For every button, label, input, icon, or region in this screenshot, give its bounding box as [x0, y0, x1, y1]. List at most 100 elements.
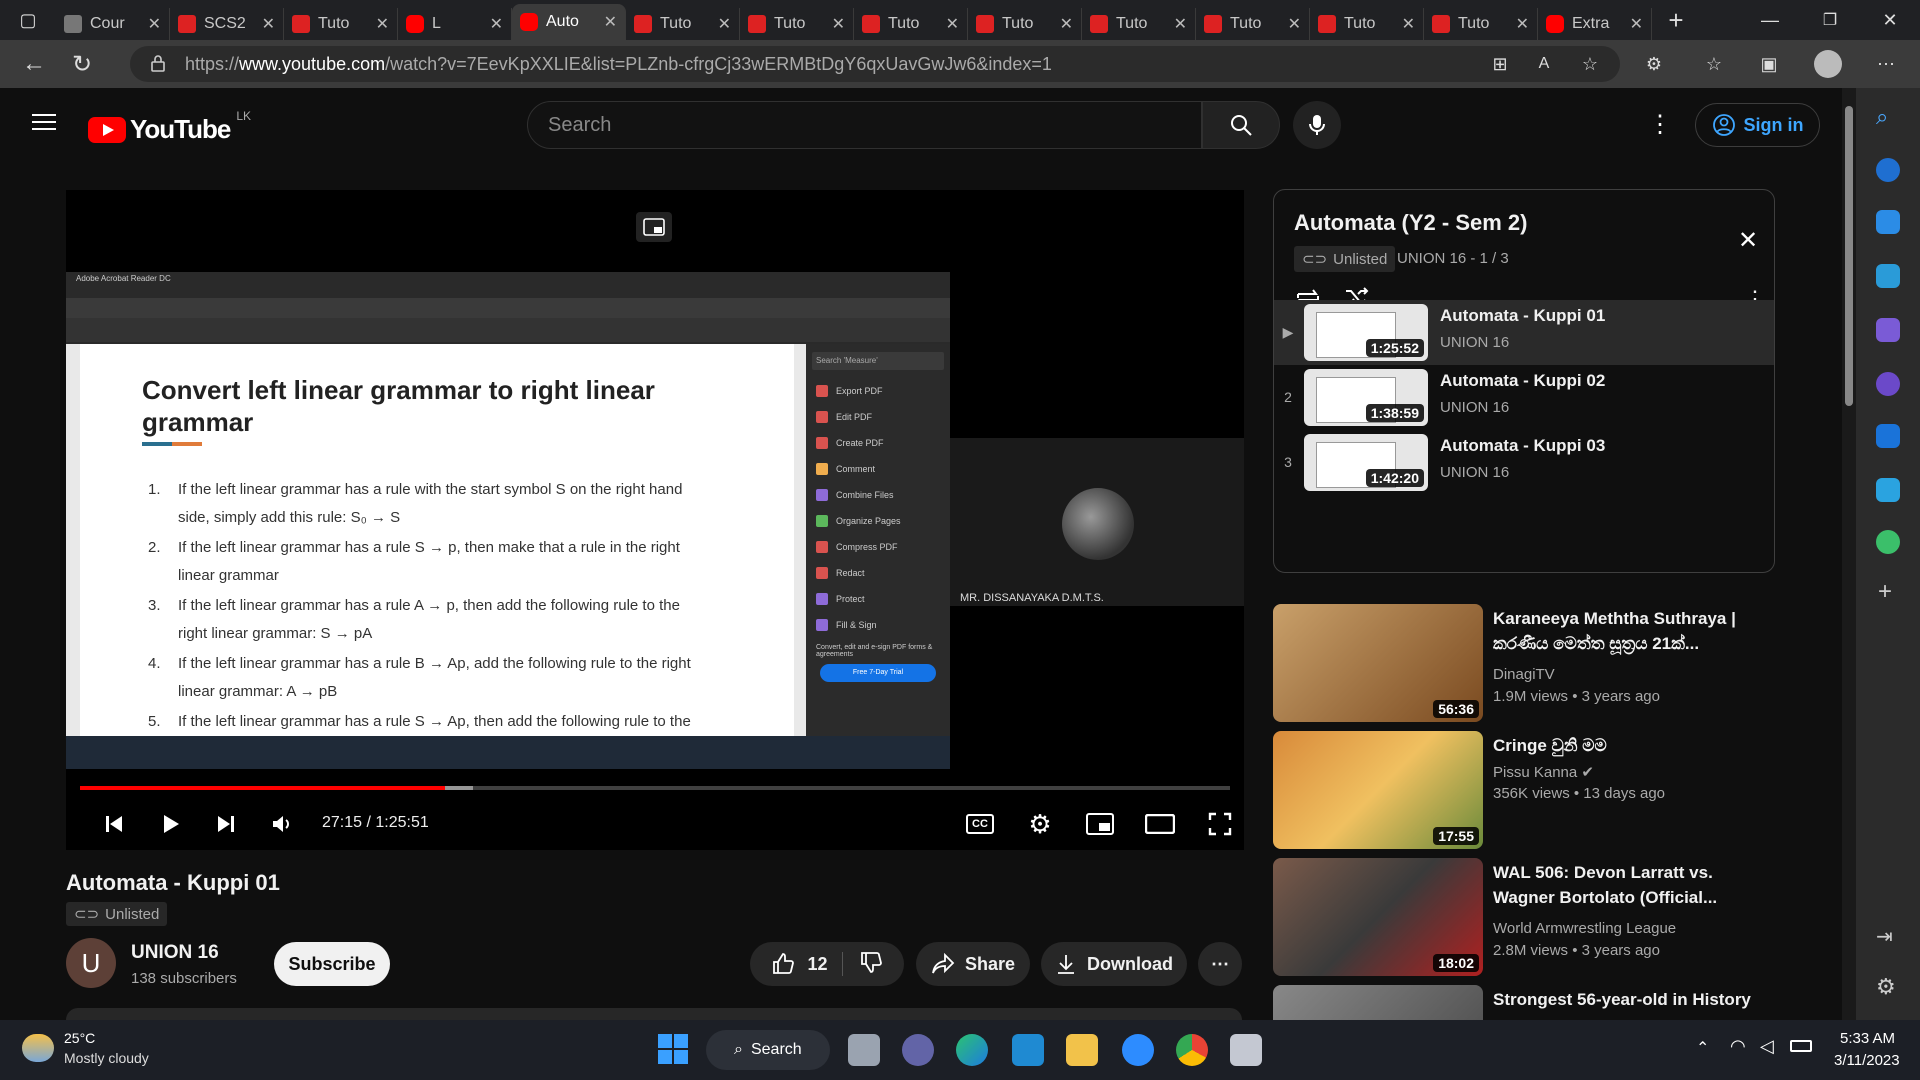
recommended-channel[interactable]: World Armwrestling League — [1493, 920, 1676, 937]
playlist-item[interactable]: ▶ 1:25:52 Automata - Kuppi 01 UNION 16 — [1274, 300, 1774, 365]
video-thumbnail[interactable]: 17:55 — [1273, 731, 1483, 849]
youtube-logo[interactable]: YouTube LK — [88, 109, 251, 145]
playlist-thumbnail[interactable]: 1:42:20 — [1304, 434, 1428, 491]
miniplayer-button[interactable] — [1076, 800, 1124, 848]
show-hidden-icons[interactable]: ⌃ — [1696, 1038, 1709, 1058]
next-button[interactable] — [202, 800, 250, 848]
settings-more-icon[interactable]: ⋮ — [1648, 110, 1672, 139]
playlist-item[interactable]: 2 1:38:59 Automata - Kuppi 02 UNION 16 — [1274, 365, 1774, 430]
recommended-video[interactable]: 18:02 WAL 506: Devon Larratt vs. Wagner B… — [1273, 858, 1775, 976]
video-thumbnail[interactable] — [1273, 985, 1483, 1020]
close-window-icon[interactable]: ✕ — [1860, 0, 1920, 40]
teams-chat-icon[interactable] — [902, 1034, 934, 1066]
restore-icon[interactable]: ❐ — [1800, 0, 1860, 40]
recommended-video-title[interactable]: WAL 506: Devon Larratt vs. Wagner Bortol… — [1493, 860, 1763, 910]
browser-menu-icon[interactable]: ⋯ — [1862, 44, 1910, 84]
video-player[interactable]: Adobe Acrobat Reader DC Convert left lin… — [66, 190, 1244, 850]
browser-tab[interactable]: L ✕ — [398, 8, 512, 40]
scrollbar-thumb[interactable] — [1845, 106, 1853, 406]
previous-button[interactable] — [90, 800, 138, 848]
close-tab-icon[interactable]: ✕ — [1516, 14, 1529, 34]
sign-in-button[interactable]: Sign in — [1695, 103, 1820, 147]
close-tab-icon[interactable]: ✕ — [1402, 14, 1415, 34]
recommended-channel[interactable]: Pissu Kanna ✔ — [1493, 763, 1594, 781]
description-box[interactable] — [66, 1008, 1242, 1020]
recommended-video-title[interactable]: Karaneeya Meththa Suthraya | කරණීය මෙත්ත… — [1493, 606, 1763, 656]
profile-avatar[interactable] — [1814, 50, 1842, 78]
snipping-tool-icon[interactable] — [1230, 1034, 1262, 1066]
download-button[interactable]: Download — [1041, 942, 1187, 986]
start-button[interactable] — [658, 1034, 688, 1064]
search-button[interactable] — [1202, 101, 1280, 149]
recommended-video-title[interactable]: Strongest 56-year-old in History — [1493, 987, 1763, 1012]
url-field[interactable]: https://www.youtube.com/watch?v=7EevKpXX… — [130, 46, 1620, 82]
share-button[interactable]: Share — [916, 942, 1030, 986]
edge-icon[interactable] — [956, 1034, 988, 1066]
file-explorer-icon[interactable] — [1066, 1034, 1098, 1066]
shopping-icon[interactable] — [1876, 210, 1900, 234]
games-icon[interactable] — [1876, 318, 1900, 342]
browser-tab[interactable]: Tuto ✕ — [968, 8, 1082, 40]
add-sidebar-icon[interactable]: + — [1878, 578, 1892, 606]
exit-miniplayer-icon[interactable] — [636, 212, 672, 242]
new-tab-button[interactable]: + — [1652, 0, 1700, 40]
recommended-video[interactable]: Strongest 56-year-old in History — [1273, 985, 1775, 1020]
refresh-icon[interactable]: ↻ — [58, 44, 106, 84]
playlist-title[interactable]: Automata (Y2 - Sem 2) — [1294, 210, 1528, 236]
playlist-thumbnail[interactable]: 1:38:59 — [1304, 369, 1428, 426]
playlist-item[interactable]: 3 1:42:20 Automata - Kuppi 03 UNION 16 — [1274, 430, 1774, 495]
close-tab-icon[interactable]: ✕ — [1060, 14, 1073, 34]
recommended-video-title[interactable]: Cringe වුනි මම — [1493, 733, 1763, 758]
video-thumbnail[interactable]: 56:36 — [1273, 604, 1483, 722]
tab-actions-icon[interactable]: ▢ — [0, 0, 56, 40]
close-tab-icon[interactable]: ✕ — [832, 14, 845, 34]
browser-tab[interactable]: Tuto ✕ — [740, 8, 854, 40]
play-button[interactable] — [146, 800, 194, 848]
browser-tab[interactable]: Tuto ✕ — [626, 8, 740, 40]
office-icon[interactable] — [1876, 372, 1900, 396]
hide-sidebar-icon[interactable]: ⇥ — [1876, 924, 1893, 949]
theater-mode-button[interactable] — [1136, 800, 1184, 848]
close-tab-icon[interactable]: ✕ — [1630, 14, 1643, 34]
page-scrollbar[interactable] — [1842, 88, 1856, 1020]
video-thumbnail[interactable]: 18:02 — [1273, 858, 1483, 976]
voice-search-button[interactable] — [1293, 101, 1341, 149]
sidebar-search-icon[interactable]: ⌕ — [1876, 104, 1888, 130]
task-view-icon[interactable] — [848, 1034, 880, 1066]
close-tab-icon[interactable]: ✕ — [1288, 14, 1301, 34]
fullscreen-button[interactable] — [1196, 800, 1244, 848]
browser-tab[interactable]: Tuto ✕ — [1196, 8, 1310, 40]
playlist-video-title[interactable]: Automata - Kuppi 03 — [1440, 436, 1605, 456]
weather-icon[interactable] — [22, 1034, 54, 1062]
bing-chat-icon[interactable] — [1876, 158, 1900, 182]
recommended-video[interactable]: 56:36 Karaneeya Meththa Suthraya | කරණීය … — [1273, 604, 1775, 722]
more-actions-button[interactable]: ⋯ — [1198, 942, 1242, 986]
app-available-icon[interactable]: ⊞ — [1476, 44, 1524, 84]
browser-tab[interactable]: Tuto ✕ — [1310, 8, 1424, 40]
close-tab-icon[interactable]: ✕ — [490, 14, 503, 34]
clock-time[interactable]: 5:33 AM — [1840, 1030, 1895, 1047]
browser-tab[interactable]: Auto ✕ — [512, 4, 626, 40]
telegram-icon[interactable] — [1876, 478, 1900, 502]
captions-button[interactable]: CC — [956, 800, 1004, 848]
sidebar-settings-icon[interactable]: ⚙ — [1876, 974, 1896, 1000]
chrome-icon[interactable] — [1176, 1034, 1208, 1066]
close-tab-icon[interactable]: ✕ — [718, 14, 731, 34]
close-tab-icon[interactable]: ✕ — [262, 14, 275, 34]
read-aloud-icon[interactable]: A — [1520, 44, 1568, 84]
search-input[interactable]: Search — [527, 101, 1202, 149]
browser-tab[interactable]: Tuto ✕ — [1082, 8, 1196, 40]
minimize-icon[interactable]: — — [1740, 0, 1800, 40]
close-tab-icon[interactable]: ✕ — [376, 14, 389, 34]
mute-button[interactable] — [258, 800, 306, 848]
playlist-video-title[interactable]: Automata - Kuppi 02 — [1440, 371, 1605, 391]
back-icon[interactable]: ← — [10, 44, 58, 84]
like-button[interactable]: 12 — [771, 952, 843, 976]
browser-tab[interactable]: Tuto ✕ — [284, 8, 398, 40]
zoom-icon[interactable] — [1122, 1034, 1154, 1066]
tree-icon[interactable] — [1876, 530, 1900, 554]
browser-tab[interactable]: SCS2 ✕ — [170, 8, 284, 40]
channel-avatar[interactable]: U — [66, 938, 116, 988]
extensions-icon[interactable]: ⚙ — [1630, 44, 1678, 84]
channel-name[interactable]: UNION 16 — [131, 942, 219, 964]
